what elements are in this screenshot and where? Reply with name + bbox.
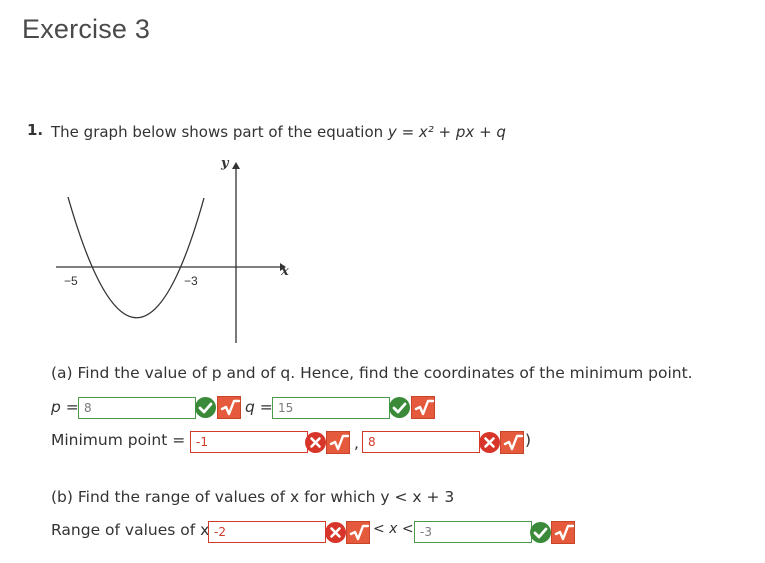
minimum-y-math-button[interactable] [500,431,524,454]
p-input[interactable]: 8 [78,397,196,419]
minimum-x-math-button[interactable] [326,431,350,454]
x-axis-label: x [280,264,289,279]
tick-label-minus-5: −5 [64,274,78,288]
question-equation: y = x² + px + q [387,123,506,141]
p-correct-icon [195,397,216,418]
range-upper-input[interactable]: -3 [414,521,532,543]
question-text-prefix: The graph below shows part of the equati… [51,123,388,141]
question-text: The graph below shows part of the equati… [51,123,506,141]
minimum-x-incorrect-icon [305,432,326,453]
q-input[interactable]: 15 [272,397,390,419]
minimum-y-input[interactable]: 8 [362,431,480,453]
q-correct-icon [389,397,410,418]
range-label: Range of values of x: [51,521,215,539]
range-middle-text: < x < [373,521,414,537]
y-axis-arrow [232,162,240,169]
y-axis-label: y [220,156,230,171]
page-title: Exercise 3 [22,14,151,44]
question-number: 1. [27,121,44,139]
p-math-button[interactable] [217,396,241,419]
parabola-curve [67,196,205,319]
part-a-prompt: (a) Find the value of p and of q. Hence,… [51,364,693,382]
q-label: q = [245,398,273,416]
p-label: p = [51,398,79,416]
tick-label-minus-3: −3 [184,274,198,288]
q-math-button[interactable] [411,396,435,419]
minimum-point-label: Minimum point = ( [51,431,197,449]
part-b-prompt: (b) Find the range of values of x for wh… [51,488,455,506]
range-lower-input[interactable]: -2 [208,521,326,543]
range-lower-incorrect-icon [325,522,346,543]
minimum-y-incorrect-icon [479,432,500,453]
comma-separator: , [354,434,359,452]
range-upper-math-button[interactable] [551,521,575,544]
close-paren: ) [525,431,532,449]
minimum-x-input[interactable]: -1 [190,431,308,453]
range-lower-math-button[interactable] [346,521,370,544]
parabola-graph: y x −5 −3 [56,156,289,343]
range-upper-correct-icon [530,522,551,543]
